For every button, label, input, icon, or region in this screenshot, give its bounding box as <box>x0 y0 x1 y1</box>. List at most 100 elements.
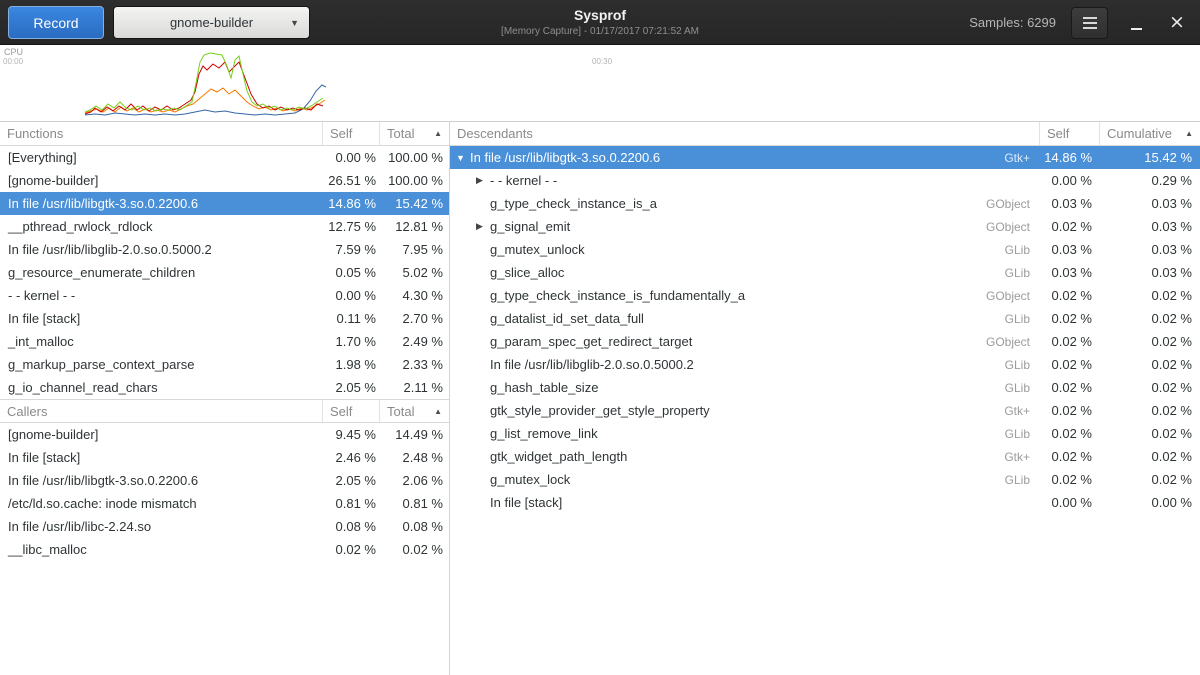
descendant-row[interactable]: g_list_remove_link GLib 0.02 % 0.02 % <box>450 422 1200 445</box>
descendant-cumulative-percent: 0.03 % <box>1100 219 1200 234</box>
descendant-cumulative-percent: 0.02 % <box>1100 472 1200 487</box>
library-tag: GLib <box>1005 243 1040 257</box>
function-name: - - kernel - - <box>0 288 323 303</box>
descendant-cumulative-percent: 0.02 % <box>1100 426 1200 441</box>
caller-self-percent: 2.05 % <box>323 473 380 488</box>
sort-indicator-icon: ▲ <box>434 407 442 416</box>
descendant-self-percent: 0.02 % <box>1040 426 1100 441</box>
library-tag: GObject <box>986 289 1040 303</box>
callers-total-column-header[interactable]: Total ▲ <box>380 400 449 422</box>
descendants-cumulative-column-header[interactable]: Cumulative ▲ <box>1100 122 1200 145</box>
descendant-row[interactable]: gtk_style_provider_get_style_property Gt… <box>450 399 1200 422</box>
descendant-row[interactable]: ▼ In file /usr/lib/libgtk-3.so.0.2200.6 … <box>450 146 1200 169</box>
process-selector-label: gnome-builder <box>170 15 253 30</box>
disclosure-triangle-icon[interactable]: ▶ <box>476 175 490 186</box>
hamburger-menu-button[interactable] <box>1071 7 1108 39</box>
descendants-column-header[interactable]: Descendants <box>450 122 1040 145</box>
descendant-row[interactable]: gtk_widget_path_length Gtk+ 0.02 % 0.02 … <box>450 445 1200 468</box>
descendant-cumulative-percent: 0.02 % <box>1100 288 1200 303</box>
function-self-percent: 2.05 % <box>323 380 380 395</box>
descendant-row[interactable]: ▶ g_signal_emit GObject 0.02 % 0.03 % <box>450 215 1200 238</box>
descendant-row[interactable]: In file /usr/lib/libglib-2.0.so.0.5000.2… <box>450 353 1200 376</box>
caller-row[interactable]: In file /usr/lib/libc-2.24.so 0.08 % 0.0… <box>0 515 449 538</box>
descendant-name: - - kernel - - <box>490 173 557 188</box>
function-row[interactable]: In file /usr/lib/libgtk-3.so.0.2200.6 14… <box>0 192 449 215</box>
descendant-name-cell: g_mutex_unlock GLib <box>490 242 1040 257</box>
descendant-self-percent: 0.02 % <box>1040 380 1100 395</box>
descendant-self-percent: 0.02 % <box>1040 403 1100 418</box>
descendant-self-percent: 0.02 % <box>1040 334 1100 349</box>
caller-row[interactable]: /etc/ld.so.cache: inode mismatch 0.81 % … <box>0 492 449 515</box>
capture-subtitle: [Memory Capture] - 01/17/2017 07:21:52 A… <box>300 25 900 38</box>
descendant-row[interactable]: g_param_spec_get_redirect_target GObject… <box>450 330 1200 353</box>
library-tag: GLib <box>1005 312 1040 326</box>
callers-self-column-header[interactable]: Self <box>323 400 380 422</box>
function-total-percent: 5.02 % <box>380 265 449 280</box>
function-row[interactable]: In file [stack] 0.11 % 2.70 % <box>0 307 449 330</box>
function-row[interactable]: g_markup_parse_context_parse 1.98 % 2.33… <box>0 353 449 376</box>
descendant-row[interactable]: g_mutex_lock GLib 0.02 % 0.02 % <box>450 468 1200 491</box>
descendant-row[interactable]: g_hash_table_size GLib 0.02 % 0.02 % <box>450 376 1200 399</box>
function-row[interactable]: g_io_channel_read_chars 2.05 % 2.11 % <box>0 376 449 399</box>
descendants-table-header: Descendants Self Cumulative ▲ <box>450 122 1200 146</box>
descendant-self-percent: 0.02 % <box>1040 288 1100 303</box>
function-name: In file /usr/lib/libgtk-3.so.0.2200.6 <box>0 196 323 211</box>
samples-count: Samples: 6299 <box>969 15 1056 30</box>
descendant-self-percent: 0.00 % <box>1040 173 1100 188</box>
function-name: [Everything] <box>0 150 323 165</box>
functions-column-header[interactable]: Functions <box>0 122 323 145</box>
function-row[interactable]: - - kernel - - 0.00 % 4.30 % <box>0 284 449 307</box>
descendant-self-percent: 0.03 % <box>1040 196 1100 211</box>
process-selector-dropdown[interactable]: gnome-builder ▼ <box>113 6 310 39</box>
disclosure-triangle-icon[interactable]: ▶ <box>476 221 490 232</box>
close-button[interactable]: × <box>1164 9 1190 37</box>
record-button[interactable]: Record <box>8 6 104 39</box>
caller-name: In file [stack] <box>0 450 323 465</box>
left-pane: Functions Self Total ▲ [Everything] 0.00… <box>0 122 449 675</box>
function-self-percent: 1.98 % <box>323 357 380 372</box>
caller-row[interactable]: In file /usr/lib/libgtk-3.so.0.2200.6 2.… <box>0 469 449 492</box>
function-row[interactable]: [gnome-builder] 26.51 % 100.00 % <box>0 169 449 192</box>
caller-row[interactable]: __libc_malloc 0.02 % 0.02 % <box>0 538 449 561</box>
disclosure-triangle-icon[interactable]: ▼ <box>456 153 470 163</box>
function-row[interactable]: [Everything] 0.00 % 100.00 % <box>0 146 449 169</box>
function-row[interactable]: __pthread_rwlock_rdlock 12.75 % 12.81 % <box>0 215 449 238</box>
function-row[interactable]: In file /usr/lib/libglib-2.0.so.0.5000.2… <box>0 238 449 261</box>
functions-total-column-header[interactable]: Total ▲ <box>380 122 449 145</box>
library-tag: Gtk+ <box>1004 450 1040 464</box>
functions-self-column-header[interactable]: Self <box>323 122 380 145</box>
cpu-graph-area[interactable]: CPU 00:00 00:30 <box>0 45 1200 122</box>
caller-self-percent: 0.81 % <box>323 496 380 511</box>
caller-row[interactable]: In file [stack] 2.46 % 2.48 % <box>0 446 449 469</box>
descendant-cumulative-percent: 0.02 % <box>1100 311 1200 326</box>
caller-total-percent: 0.02 % <box>380 542 449 557</box>
function-self-percent: 14.86 % <box>323 196 380 211</box>
caller-total-percent: 0.08 % <box>380 519 449 534</box>
caller-self-percent: 0.08 % <box>323 519 380 534</box>
descendant-row[interactable]: g_type_check_instance_is_a GObject 0.03 … <box>450 192 1200 215</box>
descendant-name-cell: g_mutex_lock GLib <box>490 472 1040 487</box>
function-total-percent: 4.30 % <box>380 288 449 303</box>
caller-row[interactable]: [gnome-builder] 9.45 % 14.49 % <box>0 423 449 446</box>
caller-self-percent: 2.46 % <box>323 450 380 465</box>
function-name: g_markup_parse_context_parse <box>0 357 323 372</box>
library-tag: GLib <box>1005 427 1040 441</box>
callers-column-header[interactable]: Callers <box>0 400 323 422</box>
library-tag: GLib <box>1005 473 1040 487</box>
descendant-cumulative-percent: 0.03 % <box>1100 265 1200 280</box>
descendant-name-cell: g_hash_table_size GLib <box>490 380 1040 395</box>
descendant-row[interactable]: ▶ - - kernel - - 0.00 % 0.29 % <box>450 169 1200 192</box>
header-right-controls: Samples: 6299 × <box>969 0 1190 45</box>
descendant-row[interactable]: g_slice_alloc GLib 0.03 % 0.03 % <box>450 261 1200 284</box>
descendant-row[interactable]: g_datalist_id_set_data_full GLib 0.02 % … <box>450 307 1200 330</box>
descendant-row[interactable]: g_type_check_instance_is_fundamentally_a… <box>450 284 1200 307</box>
minimize-button[interactable] <box>1123 9 1149 37</box>
chevron-down-icon: ▼ <box>290 18 299 28</box>
function-name: g_resource_enumerate_children <box>0 265 323 280</box>
function-row[interactable]: g_resource_enumerate_children 0.05 % 5.0… <box>0 261 449 284</box>
descendant-name: g_param_spec_get_redirect_target <box>490 334 692 349</box>
descendants-self-column-header[interactable]: Self <box>1040 122 1100 145</box>
function-row[interactable]: _int_malloc 1.70 % 2.49 % <box>0 330 449 353</box>
descendant-row[interactable]: In file [stack] 0.00 % 0.00 % <box>450 491 1200 514</box>
descendant-row[interactable]: g_mutex_unlock GLib 0.03 % 0.03 % <box>450 238 1200 261</box>
